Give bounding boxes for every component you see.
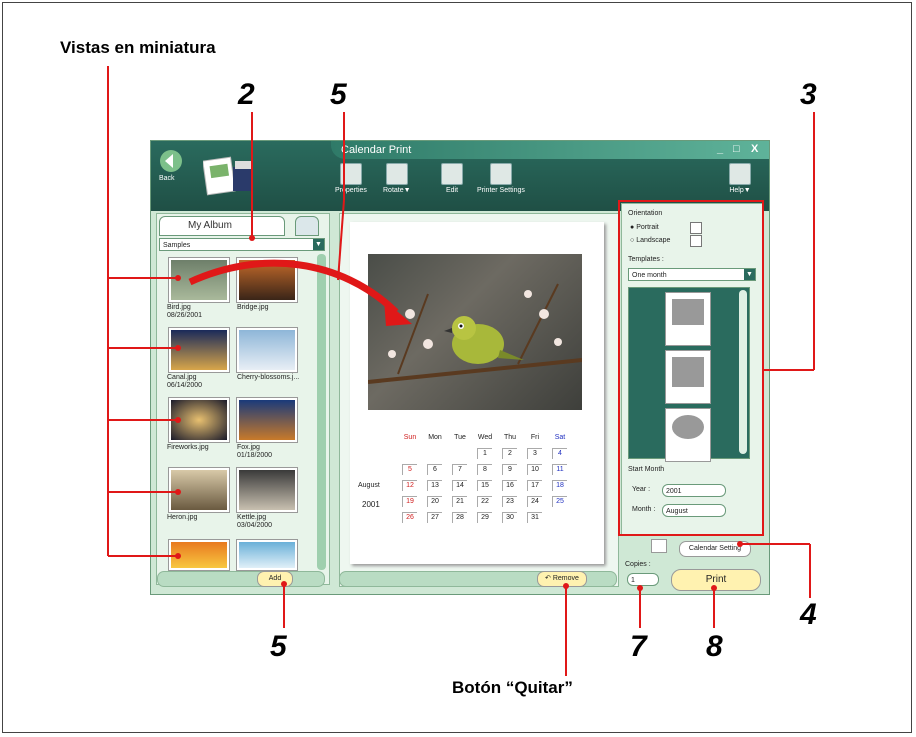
callout-lines (107, 66, 815, 676)
drag-arrow-head-icon (384, 300, 412, 326)
drag-arrow (188, 259, 399, 315)
